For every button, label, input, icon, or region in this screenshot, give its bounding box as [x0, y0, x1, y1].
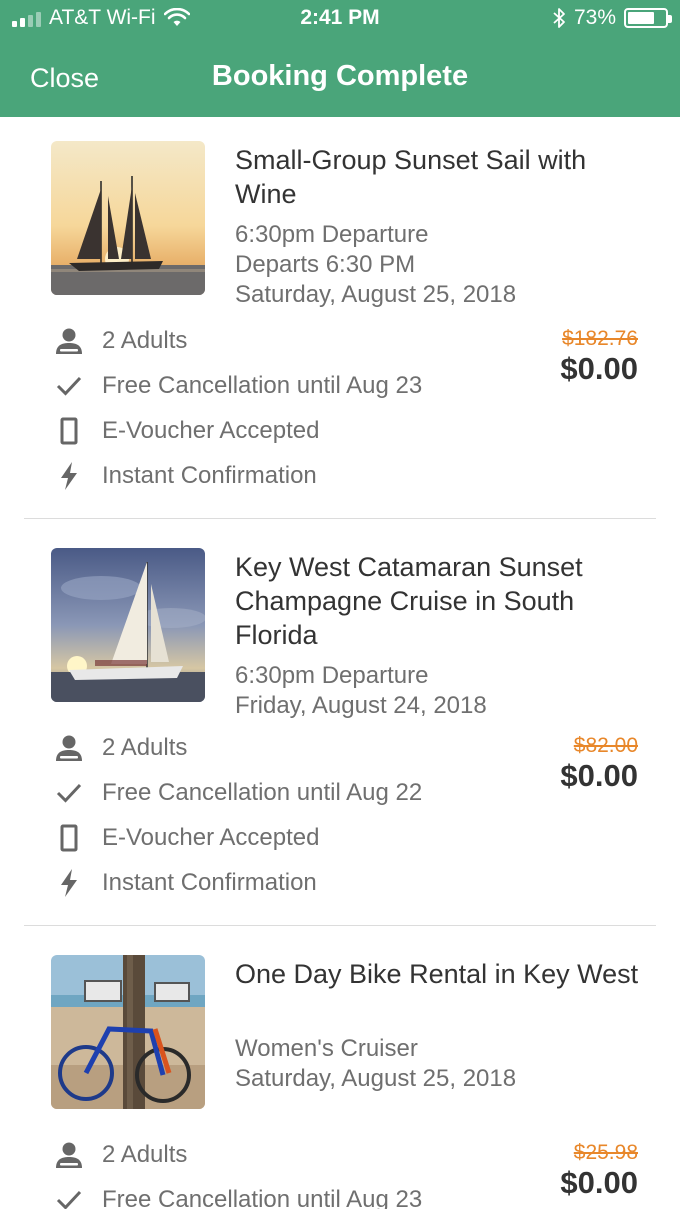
status-bar: AT&T Wi-Fi 2:41 PM 73% [0, 0, 680, 40]
feature-instant: Instant Confirmation [54, 868, 317, 898]
feature-adults: 2 Adults [54, 326, 187, 356]
checkmark-icon [54, 1185, 84, 1209]
price: $0.00 [560, 1165, 638, 1200]
booking-title[interactable]: Key West Catamaran Sunset Champagne Crui… [235, 550, 645, 652]
feature-cancellation: Free Cancellation until Aug 23 [54, 1185, 422, 1209]
original-price: $25.98 [573, 1141, 638, 1164]
feature-evoucher: E-Voucher Accepted [54, 823, 319, 853]
price: $0.00 [560, 351, 638, 386]
battery-percent: 73% [573, 6, 616, 29]
person-icon [54, 1140, 84, 1170]
original-price: $182.76 [562, 327, 638, 350]
lightning-icon [54, 461, 84, 491]
divider [24, 925, 656, 926]
feature-label: E-Voucher Accepted [102, 417, 320, 444]
booking-date: Saturday, August 25, 2018 [235, 1065, 517, 1092]
feature-label: Instant Confirmation [102, 869, 317, 896]
catamaran-photo[interactable] [51, 548, 205, 702]
status-right: 73% [552, 6, 672, 30]
battery-icon [624, 8, 672, 28]
person-icon [54, 326, 84, 356]
feature-adults: 2 Adults [54, 733, 187, 763]
booking-title[interactable]: One Day Bike Rental in Key West [235, 957, 645, 991]
feature-adults: 2 Adults [54, 1140, 187, 1170]
battery-level [628, 12, 655, 24]
booking-date: Saturday, August 25, 2018 [235, 281, 517, 308]
booking-list[interactable]: Small-Group Sunset Sail with Wine 6:30pm… [0, 117, 680, 1209]
booking-detail: Departs 6:30 PM [235, 251, 416, 278]
phone-icon [54, 823, 84, 853]
divider [24, 518, 656, 519]
original-price: $82.00 [573, 734, 638, 757]
page-title: Booking Complete [211, 60, 469, 92]
bluetooth-icon [553, 8, 565, 28]
feature-label: Free Cancellation until Aug 23 [102, 1186, 423, 1209]
beach-bikes-photo[interactable] [51, 955, 205, 1109]
price: $0.00 [560, 758, 638, 793]
lightning-icon [54, 868, 84, 898]
booking-date: Friday, August 24, 2018 [235, 692, 487, 719]
checkmark-icon [54, 371, 84, 401]
booking-detail: Women's Cruiser [235, 1035, 418, 1062]
booking-detail: 6:30pm Departure [235, 662, 429, 689]
booking-detail: 6:30pm Departure [235, 221, 429, 248]
feature-label: E-Voucher Accepted [102, 824, 320, 851]
sunset-sailboat-photo[interactable] [51, 141, 205, 295]
feature-cancellation: Free Cancellation until Aug 23 [54, 371, 422, 401]
feature-label: Instant Confirmation [102, 462, 317, 489]
feature-cancellation: Free Cancellation until Aug 22 [54, 778, 422, 808]
feature-evoucher: E-Voucher Accepted [54, 416, 319, 446]
app-header: AT&T Wi-Fi 2:41 PM 73% Close Booking Com… [0, 0, 680, 117]
feature-instant: Instant Confirmation [54, 461, 317, 491]
feature-label: Free Cancellation until Aug 23 [102, 372, 423, 399]
booking-title[interactable]: Small-Group Sunset Sail with Wine [235, 143, 645, 211]
feature-label: 2 Adults [102, 327, 188, 354]
checkmark-icon [54, 778, 84, 808]
feature-label: Free Cancellation until Aug 22 [102, 779, 423, 806]
feature-label: 2 Adults [102, 734, 188, 761]
nav-bar: Close Booking Complete [0, 40, 680, 117]
feature-label: 2 Adults [102, 1141, 188, 1168]
phone-icon [54, 416, 84, 446]
person-icon [54, 733, 84, 763]
